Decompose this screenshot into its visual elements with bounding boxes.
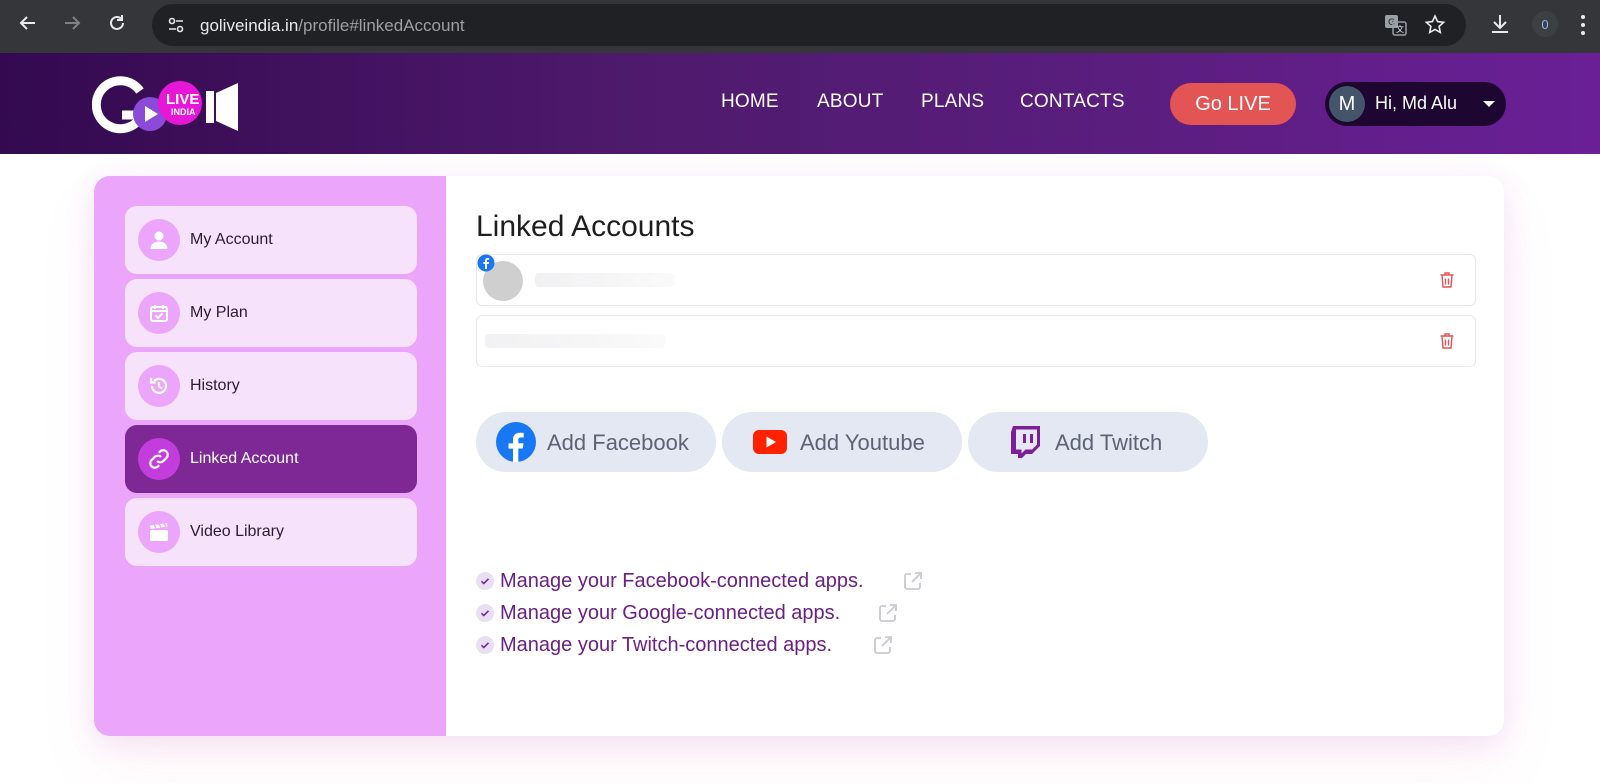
user-icon <box>138 219 180 261</box>
nav-contacts[interactable]: CONTACTS <box>1020 91 1125 113</box>
calendar-check-icon <box>138 292 180 334</box>
avatar: M <box>1329 86 1365 122</box>
manage-google-apps-link[interactable]: Manage your Google-connected apps. <box>476 600 1076 626</box>
linked-account-row <box>476 254 1476 306</box>
check-icon <box>476 572 494 590</box>
extension-badge[interactable]: 0 <box>1532 11 1558 37</box>
sidebar-item-my-account[interactable]: My Account <box>125 206 417 274</box>
linked-account-row <box>476 315 1476 367</box>
url-text: goliveindia.in/profile#linkedAccount <box>200 16 465 35</box>
logo-sub-text: INDIA <box>171 107 196 117</box>
caret-down-icon <box>1483 101 1495 107</box>
linked-accounts-panel: Linked Accounts Add Facebook Add Youtube… <box>446 176 1504 736</box>
sidebar-item-label: Linked Account <box>190 450 299 467</box>
add-facebook-label: Add Facebook <box>547 430 689 455</box>
history-icon <box>138 365 180 407</box>
twitch-icon <box>1006 422 1046 462</box>
manage-twitch-apps-link[interactable]: Manage your Twitch-connected apps. <box>476 632 1076 658</box>
account-name-redacted <box>535 273 675 287</box>
sidebar-item-label: History <box>190 377 240 394</box>
profile-sidebar: My Account My Plan History Linked Accoun… <box>94 176 446 736</box>
external-link-icon[interactable] <box>872 634 894 656</box>
sidebar-item-my-plan[interactable]: My Plan <box>125 279 417 347</box>
sidebar-item-label: Video Library <box>190 523 284 540</box>
manage-link-text[interactable]: Manage your Google-connected apps. <box>500 602 840 625</box>
facebook-icon <box>477 254 495 272</box>
download-icon[interactable] <box>1488 12 1512 36</box>
sidebar-item-label: My Plan <box>190 304 248 321</box>
add-facebook-button[interactable]: Add Facebook <box>476 412 716 472</box>
delete-trash-icon[interactable] <box>1439 332 1455 350</box>
logo-badge-text: LIVE <box>166 91 199 108</box>
site-header: LIVE INDIA HOME ABOUT PLANS CONTACTS Go … <box>0 53 1600 154</box>
back-arrow-icon[interactable] <box>17 12 39 34</box>
sidebar-item-history[interactable]: History <box>125 352 417 420</box>
youtube-icon <box>750 422 790 462</box>
check-icon <box>476 636 494 654</box>
link-icon <box>138 438 180 480</box>
add-youtube-button[interactable]: Add Youtube <box>722 412 962 472</box>
sidebar-item-label: My Account <box>190 231 273 248</box>
add-youtube-label: Add Youtube <box>800 430 925 455</box>
delete-trash-icon[interactable] <box>1439 271 1455 289</box>
bookmark-star-icon[interactable] <box>1424 14 1446 36</box>
check-icon <box>476 604 494 622</box>
nav-home[interactable]: HOME <box>721 91 779 113</box>
nav-about[interactable]: ABOUT <box>817 91 883 113</box>
nav-plans[interactable]: PLANS <box>921 91 984 113</box>
translate-icon[interactable]: G文 <box>1384 14 1408 36</box>
user-greeting: Hi, Md Alu <box>1375 93 1458 113</box>
external-link-icon[interactable] <box>877 602 899 624</box>
sidebar-item-linked-account[interactable]: Linked Account <box>125 425 417 493</box>
user-menu[interactable]: M Hi, Md Alu <box>1325 82 1506 126</box>
clapperboard-icon <box>138 511 180 553</box>
address-bar[interactable]: goliveindia.in/profile#linkedAccount G文 <box>152 4 1466 46</box>
site-settings-icon[interactable] <box>166 15 186 35</box>
reload-icon[interactable] <box>106 12 128 34</box>
page-title: Linked Accounts <box>476 210 695 243</box>
manage-link-text[interactable]: Manage your Facebook-connected apps. <box>500 570 864 593</box>
profile-card: My Account My Plan History Linked Accoun… <box>94 176 1504 736</box>
manage-link-text[interactable]: Manage your Twitch-connected apps. <box>500 634 832 657</box>
go-live-button[interactable]: Go LIVE <box>1170 83 1296 125</box>
external-link-icon[interactable] <box>902 570 924 592</box>
sidebar-item-video-library[interactable]: Video Library <box>125 498 417 566</box>
browser-toolbar: goliveindia.in/profile#linkedAccount G文 … <box>0 0 1600 53</box>
facebook-icon <box>496 422 536 462</box>
more-menu-icon[interactable] <box>1580 14 1586 36</box>
svg-text:文: 文 <box>1396 24 1404 34</box>
add-twitch-button[interactable]: Add Twitch <box>968 412 1208 472</box>
golive-logo[interactable]: LIVE INDIA <box>91 75 252 137</box>
add-twitch-label: Add Twitch <box>1055 430 1163 455</box>
manage-facebook-apps-link[interactable]: Manage your Facebook-connected apps. <box>476 568 1076 594</box>
forward-arrow-icon[interactable] <box>61 12 83 34</box>
account-name-redacted <box>485 334 665 348</box>
